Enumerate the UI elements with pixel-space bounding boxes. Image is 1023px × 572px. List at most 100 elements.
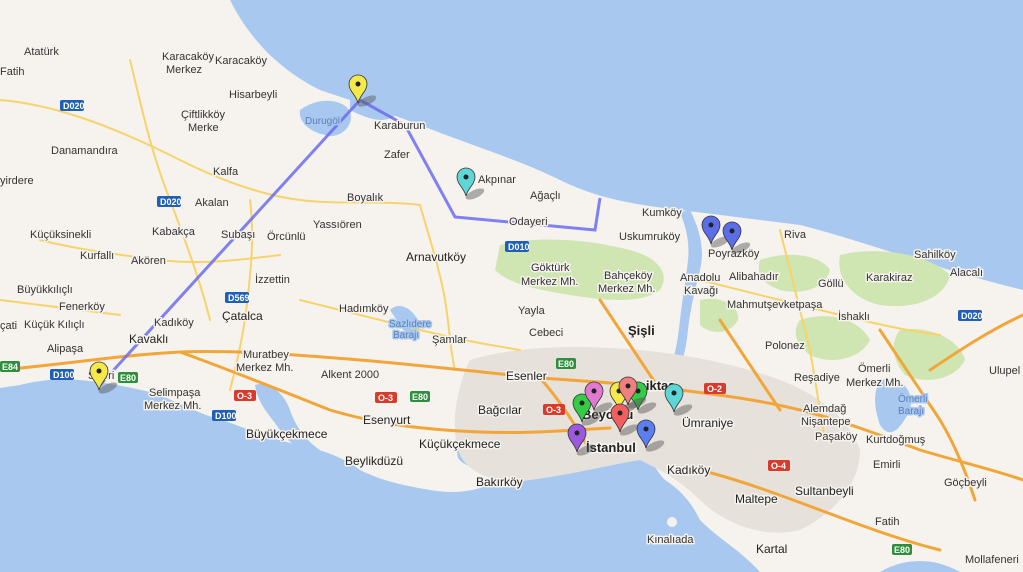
label-akoren: Akören — [131, 255, 166, 267]
label-samlar: Şamlar — [432, 334, 467, 346]
label-karaburun: Karaburun — [374, 120, 425, 132]
svg-text:E84: E84 — [2, 362, 18, 372]
label-karakiraz: Karakiraz — [866, 272, 912, 284]
svg-text:D100: D100 — [215, 411, 237, 421]
label-orcunlu: Örcünlü — [267, 231, 306, 243]
shield-o3-b: O-3 — [375, 392, 397, 403]
label-subasi: Subaşı — [221, 229, 255, 241]
label-karacakoy-merkez-2: Merkez — [166, 64, 202, 76]
svg-text:E80: E80 — [412, 392, 428, 402]
shield-d020-b: D020 — [157, 196, 182, 207]
label-ataturk: Atatürk — [24, 46, 59, 58]
label-cebeci: Cebeci — [529, 327, 563, 339]
svg-text:E80: E80 — [120, 373, 136, 383]
label-karacakoy: Karacaköy — [215, 55, 267, 67]
label-alibahadir: Alibahadır — [729, 271, 779, 283]
label-hadimkoy: Hadımköy — [339, 303, 389, 315]
label-kucuksinekli: Küçüksinekli — [30, 229, 91, 241]
label-omerli-1: Ömerli — [858, 363, 890, 375]
label-omerli-2: Merkez Mh. — [846, 377, 903, 389]
label-kavakli: Kavaklı — [129, 332, 168, 346]
label-mollafener: Mollafeneri — [965, 554, 1019, 566]
label-alkent: Alkent 2000 — [321, 369, 379, 381]
shield-o2: O-2 — [704, 383, 726, 394]
label-kalfa: Kalfa — [213, 166, 239, 178]
label-gocbeyli: Göçbeyli — [944, 477, 987, 489]
label-kadikoy: Kadıköy — [667, 463, 710, 477]
label-buyukcekmece: Büyükçekmece — [246, 427, 328, 441]
label-omerli-baraji-1: Ömerli — [898, 393, 927, 405]
label-ciftlikkoy-2: Merke — [188, 122, 219, 134]
label-kartal: Kartal — [756, 542, 787, 556]
label-mahmutsevketpasa: Mahmutşevketpaşa — [727, 299, 823, 311]
kinaliada-island — [667, 517, 677, 527]
label-sultanbeyli: Sultanbeyli — [795, 484, 854, 498]
label-emirli: Emirli — [873, 459, 901, 471]
label-kurfalli: Kurfallı — [80, 250, 114, 262]
label-fenerkoy: Fenerköy — [59, 301, 105, 313]
svg-text:D569: D569 — [228, 293, 250, 303]
label-yassioren: Yassıören — [313, 219, 362, 231]
shield-d100-b: D100 — [212, 410, 237, 421]
shield-d569: D569 — [225, 292, 250, 303]
label-beylikduzu: Beylikdüzü — [345, 454, 403, 468]
label-sahilkoy: Sahilköy — [914, 249, 956, 261]
label-alemdag-1: Alemdağ — [803, 403, 846, 415]
label-maltepe: Maltepe — [735, 492, 778, 506]
label-sazlidere-2: Barajı — [393, 330, 419, 341]
label-kucuk-kilicli: Küçük Kılıçlı — [24, 319, 85, 331]
label-gollu: Göllü — [818, 278, 844, 290]
shield-e80-c: E80 — [556, 358, 576, 369]
svg-text:D020: D020 — [63, 101, 85, 111]
shield-e80-b: E80 — [410, 391, 430, 402]
label-cati: çati — [0, 320, 17, 332]
label-esenler: Esenler — [506, 369, 547, 383]
label-izzettin: İzzettin — [255, 273, 290, 286]
svg-text:O-2: O-2 — [707, 384, 722, 394]
shield-o3-c: O-3 — [543, 404, 565, 415]
label-odayeri: Odayeri — [509, 216, 548, 228]
label-zafer: Zafer — [384, 149, 410, 161]
label-bahcekoy-1: Bahçeköy — [604, 270, 653, 282]
label-kadikoy-w: Kadıköy — [154, 317, 194, 329]
label-bakirkoy: Bakırköy — [476, 475, 523, 489]
label-polonez: Polonez — [765, 340, 805, 352]
label-uskumrukoy: Uskumruköy — [619, 231, 681, 243]
label-agacli: Ağaçlı — [530, 190, 561, 202]
label-yirdere: yirdere — [0, 175, 34, 187]
label-muratbey-2: Merkez Mh. — [236, 362, 293, 374]
label-alipasa: Alipaşa — [47, 343, 84, 355]
label-buyukkilicli: Büyükkılıçlı — [17, 284, 73, 296]
label-kumkoy: Kumköy — [642, 207, 682, 219]
label-catalca: Çatalca — [222, 309, 263, 323]
label-resadiye: Reşadiye — [794, 372, 840, 384]
label-gokturk-1: Göktürk — [531, 262, 570, 274]
label-alacali: Alacalı — [950, 267, 983, 279]
label-gokturk-2: Merkez Mh. — [521, 276, 578, 288]
label-ciftlikkoy-1: Çiftlikköy — [181, 109, 226, 121]
label-akpinar: Akpınar — [478, 174, 516, 186]
label-pasakoy: Paşaköy — [815, 431, 858, 443]
shield-d100-a: D100 — [50, 369, 75, 380]
label-selimpasa-2: Merkez Mh. — [144, 400, 201, 412]
shield-e80-d: E80 — [892, 544, 912, 555]
label-hisarbeyli: Hisarbeyli — [229, 89, 277, 101]
label-akalan: Akalan — [195, 197, 229, 209]
shield-o3-a: O-3 — [234, 390, 256, 401]
map-canvas[interactable]: Atatürk Fatih Karacaköy Merkez Karacaköy… — [0, 0, 1023, 572]
label-danamandira: Danamandıra — [51, 145, 119, 157]
shield-e84: E84 — [0, 361, 20, 372]
label-alemdag-2: Nişantepe — [801, 416, 851, 428]
svg-text:E80: E80 — [558, 359, 574, 369]
shield-d010: D010 — [505, 241, 530, 252]
label-sazlidere-1: Sazlıdere — [389, 319, 432, 330]
shield-d020-c: D020 — [958, 310, 983, 321]
label-umraniye: Ümraniye — [682, 416, 734, 430]
svg-text:D020: D020 — [961, 311, 983, 321]
label-ulupel: Ulupel — [989, 365, 1020, 377]
svg-text:D020: D020 — [160, 197, 182, 207]
label-kucukcekmece: Küçükçekmece — [419, 437, 501, 451]
label-muratbey-1: Muratbey — [243, 349, 289, 361]
label-bagcilar: Bağcılar — [478, 403, 522, 417]
label-bahcekoy-2: Merkez Mh. — [598, 283, 655, 295]
